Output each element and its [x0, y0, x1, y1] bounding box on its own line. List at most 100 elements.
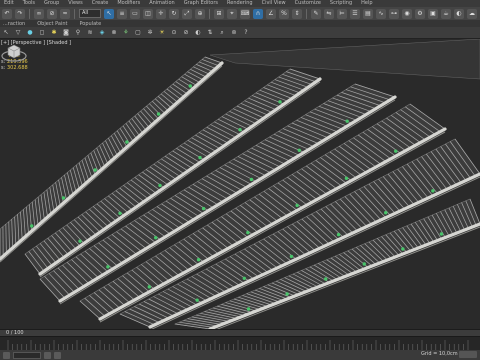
lamp-post: [295, 203, 299, 208]
mirror-icon[interactable]: ⇋: [324, 8, 334, 19]
spinner-snap-icon[interactable]: ⇕: [292, 8, 302, 19]
move-icon[interactable]: ✛: [156, 8, 166, 19]
angle-snap-icon[interactable]: ∠: [266, 8, 276, 19]
tab-interaction[interactable]: ...raction: [3, 21, 25, 27]
select-manipulate-icon[interactable]: ⌖: [227, 8, 237, 19]
lamp-post: [158, 183, 162, 188]
lamp-post: [154, 236, 158, 240]
menu-tools[interactable]: Tools: [23, 0, 35, 7]
light-icon[interactable]: ✱: [50, 29, 58, 37]
lamp-post: [198, 155, 202, 160]
geometry-icon[interactable]: ●: [26, 29, 34, 37]
select-arrow-icon[interactable]: ↖: [104, 8, 114, 19]
menu-graph-editors[interactable]: Graph Editors: [184, 0, 218, 7]
undo-icon[interactable]: ↶: [2, 8, 12, 19]
region-select-icon[interactable]: ▭: [130, 8, 140, 19]
render-teapot-icon[interactable]: ☕: [441, 8, 451, 19]
curve-editor-icon[interactable]: ∿: [376, 8, 386, 19]
a360-render-icon[interactable]: ☁: [467, 8, 477, 19]
menu-customize[interactable]: Customize: [295, 0, 321, 7]
menu-rendering[interactable]: Rendering: [227, 0, 253, 7]
lamp-post: [246, 307, 251, 311]
keyboard-shortcut-icon[interactable]: ⌨: [240, 8, 250, 19]
find-icon[interactable]: ⌕: [218, 29, 226, 37]
lamp-post: [93, 168, 97, 172]
sort-icon[interactable]: ⇅: [206, 29, 214, 37]
menu-scripting[interactable]: Scripting: [330, 0, 352, 7]
hidden-icon[interactable]: ☀: [158, 29, 166, 37]
perspective-viewport[interactable]: [+] [Perspective ] [Shaded ] Total s:219…: [0, 39, 480, 329]
menu-edit[interactable]: Edit: [4, 0, 14, 7]
toggle-ribbon-icon[interactable]: ▤: [363, 8, 373, 19]
menu-animation[interactable]: Animation: [149, 0, 175, 7]
time-slider[interactable]: 0 / 100: [0, 329, 480, 336]
lamp-post: [246, 230, 250, 235]
link-icon[interactable]: ∞: [34, 8, 44, 19]
layer-explorer-icon[interactable]: ☰: [350, 8, 360, 19]
named-selection-icon[interactable]: ✎: [311, 8, 321, 19]
camera-icon[interactable]: ◙: [62, 29, 70, 37]
menu-create[interactable]: Create: [92, 0, 109, 7]
lamp-post: [78, 239, 82, 243]
helper-icon[interactable]: ⚲: [74, 29, 82, 37]
none-icon[interactable]: ⊘: [182, 29, 190, 37]
rotate-icon[interactable]: ↻: [169, 8, 179, 19]
toolbar-divider: [74, 8, 75, 19]
xref-icon[interactable]: ⊗: [110, 29, 118, 37]
toolbar-divider: [29, 8, 30, 19]
snap-magnet-icon[interactable]: ∩: [253, 8, 263, 19]
menu-views[interactable]: Views: [68, 0, 82, 7]
menu-civil-view[interactable]: Civil View: [262, 0, 286, 7]
maxscript-field[interactable]: [13, 351, 41, 359]
tab-object-paint[interactable]: Object Paint: [37, 21, 67, 27]
lamp-post: [195, 298, 199, 302]
viewcube-icon[interactable]: [0, 39, 28, 65]
group-icon[interactable]: ◈: [98, 29, 106, 37]
render-setup-icon[interactable]: ⚙: [415, 8, 425, 19]
align-icon[interactable]: ⊨: [337, 8, 347, 19]
filter-icon[interactable]: ▽: [14, 29, 22, 37]
absolute-mode-icon[interactable]: [54, 351, 61, 359]
tab-populate[interactable]: Populate: [79, 21, 101, 27]
upper-structure: [209, 39, 480, 80]
set-key-button[interactable]: [459, 351, 477, 358]
select-by-name-icon[interactable]: ≡: [117, 8, 127, 19]
menu-help[interactable]: Help: [361, 0, 372, 7]
frozen-icon[interactable]: ✲: [146, 29, 154, 37]
help-icon[interactable]: ?: [242, 29, 250, 37]
lamp-post: [249, 177, 254, 182]
material-editor-icon[interactable]: ◉: [402, 8, 412, 19]
maxscript-listener-icon[interactable]: [3, 351, 10, 359]
unlink-icon[interactable]: ⊘: [47, 8, 57, 19]
rendered-frame-icon[interactable]: ▣: [428, 8, 438, 19]
lamp-post: [431, 189, 435, 193]
window-crossing-icon[interactable]: ◫: [143, 8, 153, 19]
lamp-post: [344, 176, 349, 180]
render-iterative-icon[interactable]: ◐: [454, 8, 464, 19]
redo-icon[interactable]: ↷: [15, 8, 25, 19]
all-icon[interactable]: ⊙: [170, 29, 178, 37]
toolbar-divider: [306, 8, 307, 19]
lock-icon[interactable]: ⊚: [230, 29, 238, 37]
track-bar[interactable]: [0, 336, 480, 350]
space-warp-icon[interactable]: ≋: [86, 29, 94, 37]
schematic-view-icon[interactable]: ⊶: [389, 8, 399, 19]
placement-icon[interactable]: ⊕: [195, 8, 205, 19]
scale-icon[interactable]: ⤢: [182, 8, 192, 19]
shape-icon[interactable]: ◻: [38, 29, 46, 37]
lamp-post: [201, 206, 206, 211]
menu-group[interactable]: Group: [44, 0, 59, 7]
lamp-post: [362, 262, 366, 266]
bone-icon[interactable]: ⚘: [122, 29, 130, 37]
menu-modifiers[interactable]: Modifiers: [117, 0, 140, 7]
selection-lock-icon[interactable]: [44, 351, 51, 359]
lamp-post: [336, 232, 341, 237]
pivot-icon[interactable]: ⊞: [214, 8, 224, 19]
toolbar-divider: [209, 8, 210, 19]
container-icon[interactable]: ▢: [134, 29, 142, 37]
invert-icon[interactable]: ◐: [194, 29, 202, 37]
selection-filter-dropdown[interactable]: All: [79, 9, 101, 18]
percent-snap-icon[interactable]: %: [279, 8, 289, 19]
arrow-icon[interactable]: ↖: [2, 29, 10, 37]
bind-icon[interactable]: ≈: [60, 8, 70, 19]
